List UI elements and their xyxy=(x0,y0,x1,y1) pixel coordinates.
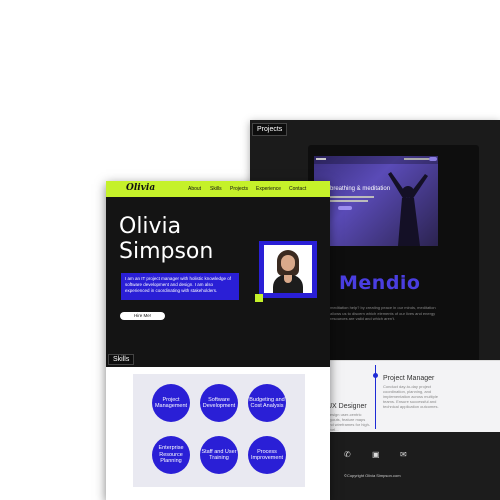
photo-face xyxy=(281,255,295,271)
hero-last-name: Simpson xyxy=(119,239,214,264)
timeline-role: Project Manager xyxy=(383,375,435,382)
skills-section-tag: Skills xyxy=(108,354,135,365)
skill-process-improvement: Process Improvement xyxy=(248,436,286,474)
project-hero-text-line xyxy=(330,196,374,198)
skill-training: Staff and User Training xyxy=(200,436,238,474)
profile-photo xyxy=(264,245,312,293)
copyright-text: ©Copyright Olivia Simpson.com xyxy=(344,473,401,478)
home-page-card: Olivia About Skills Projects Experience … xyxy=(106,181,330,500)
skill-erp: Enterprise Resource Planning xyxy=(152,436,190,474)
meditation-silhouette-icon xyxy=(388,172,428,246)
bio-text: I am an IT project manager with holistic… xyxy=(121,273,239,300)
hero-name: Olivia Simpson xyxy=(119,214,213,264)
skills-box: Project Management Software Development … xyxy=(133,374,305,487)
timeline-dot xyxy=(373,373,378,378)
projects-section-tag: Projects xyxy=(252,123,288,136)
phone-icon[interactable]: ✆ xyxy=(344,450,351,459)
project-hero-cta xyxy=(429,157,437,161)
skill-project-management: Project Management xyxy=(152,384,190,422)
project-name: Mendio xyxy=(339,272,421,294)
project-hero-image[interactable]: breathing & meditation xyxy=(314,156,438,246)
skill-software-development: Software Development xyxy=(200,384,238,422)
project-hero-text-line xyxy=(330,200,368,202)
brand-logo[interactable]: Olivia xyxy=(126,183,155,193)
nav-skills[interactable]: Skills xyxy=(210,186,222,192)
timeline-role: UX Designer xyxy=(327,403,367,410)
hire-me-button[interactable]: Hire Me! xyxy=(120,312,165,320)
email-icon[interactable]: ✉ xyxy=(400,450,407,459)
timeline-desc: Design user-centric layouts, feature map… xyxy=(327,412,371,432)
photo-collar xyxy=(284,275,292,283)
skills-section: Project Management Software Development … xyxy=(106,367,330,500)
nav-contact[interactable]: Contact xyxy=(289,186,306,192)
skill-budgeting: Budgeting and Cost Analysis xyxy=(248,384,286,422)
project-hero-logo xyxy=(316,158,326,160)
top-nav-bar: Olivia About Skills Projects Experience … xyxy=(106,181,330,197)
timeline-desc: Conduct day-to-day project coordination,… xyxy=(383,384,439,409)
photo-accent xyxy=(255,294,263,302)
project-hero-button xyxy=(338,206,352,210)
nav-about[interactable]: About xyxy=(188,186,201,192)
project-hero-title: breathing & meditation xyxy=(330,186,391,192)
experience-timeline: Project Manager Conduct day-to-day proje… xyxy=(324,360,500,435)
project-hero-nav xyxy=(314,156,438,164)
nav-experience[interactable]: Experience xyxy=(256,186,281,192)
nav-projects[interactable]: Projects xyxy=(230,186,248,192)
linkedin-icon[interactable]: ▣ xyxy=(372,450,380,459)
project-description: meditation help? by creating peace in ou… xyxy=(330,305,436,321)
hero-first-name: Olivia xyxy=(119,214,182,239)
